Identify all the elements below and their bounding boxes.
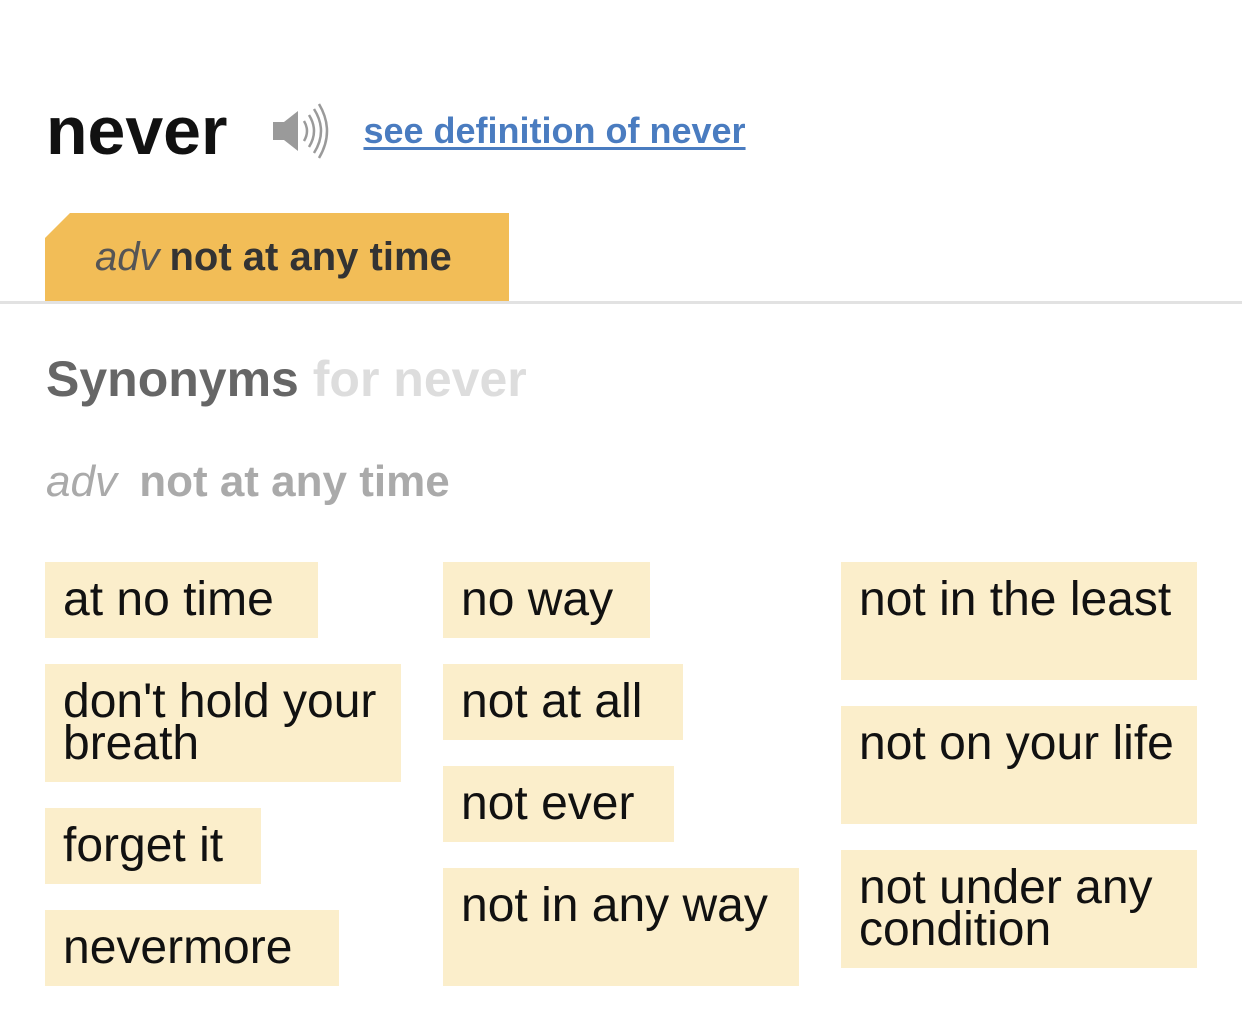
synonym-chip[interactable]: not ever	[443, 766, 674, 842]
synonym-chip[interactable]: no way	[443, 562, 650, 638]
synonym-chip[interactable]: nevermore	[45, 910, 339, 986]
synonyms-heading: Synonyms for never	[46, 352, 527, 407]
synonym-chip[interactable]: not on your life	[841, 706, 1197, 824]
sense-tab-not-at-any-time[interactable]: adv not at any time	[45, 213, 509, 302]
synonym-chip[interactable]: don't hold your breath	[45, 664, 401, 782]
sense-text: not at any time	[139, 457, 450, 506]
synonym-chip[interactable]: not under any condition	[841, 850, 1197, 968]
sense-label: adv not at any time	[46, 457, 450, 506]
tab-divider	[0, 301, 1242, 304]
synonym-chip[interactable]: at no time	[45, 562, 318, 638]
synonym-chip[interactable]: not in the least	[841, 562, 1197, 680]
synonyms-heading-for: for never	[312, 351, 527, 407]
headword: never	[46, 93, 228, 169]
sense-part-of-speech: adv	[46, 457, 117, 506]
synonym-chip[interactable]: forget it	[45, 808, 261, 884]
tab-part-of-speech: adv	[95, 235, 160, 279]
synonyms-heading-main: Synonyms	[46, 351, 299, 407]
speaker-icon[interactable]	[271, 101, 331, 161]
tab-sense: not at any time	[169, 235, 452, 279]
word-header: never see definition of never	[46, 86, 746, 176]
see-definition-link[interactable]: see definition of never	[363, 110, 745, 152]
synonym-chip[interactable]: not at all	[443, 664, 683, 740]
synonym-chip[interactable]: not in any way	[443, 868, 799, 986]
